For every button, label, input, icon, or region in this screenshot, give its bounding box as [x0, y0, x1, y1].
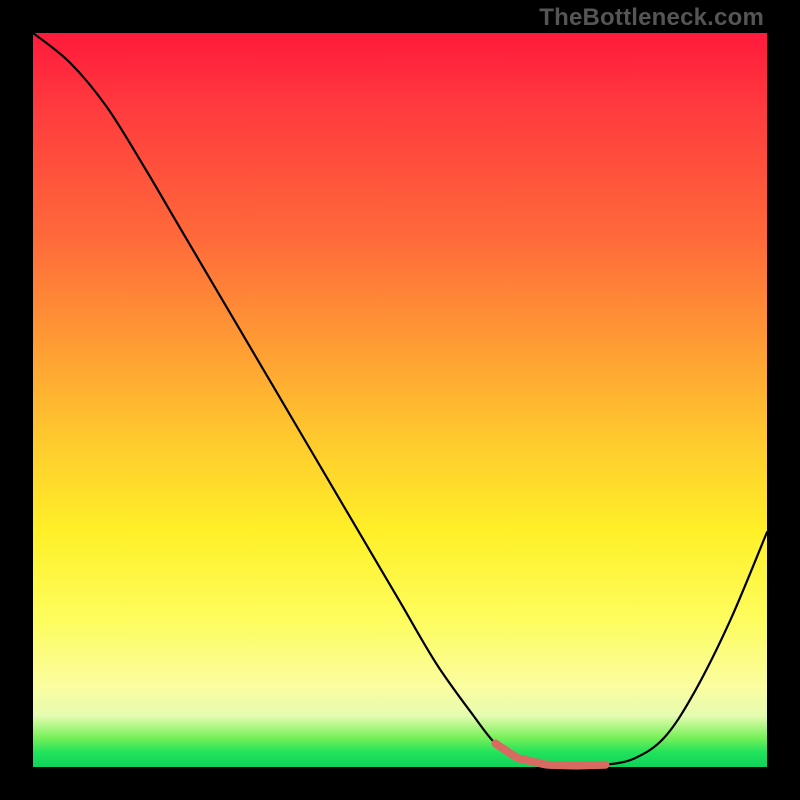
chart-frame: TheBottleneck.com: [0, 0, 800, 800]
curve-highlight: [495, 744, 605, 766]
plot-area: [33, 33, 767, 767]
bottleneck-curve: [33, 33, 767, 767]
curve-path: [33, 33, 767, 766]
watermark-text: TheBottleneck.com: [539, 4, 764, 32]
